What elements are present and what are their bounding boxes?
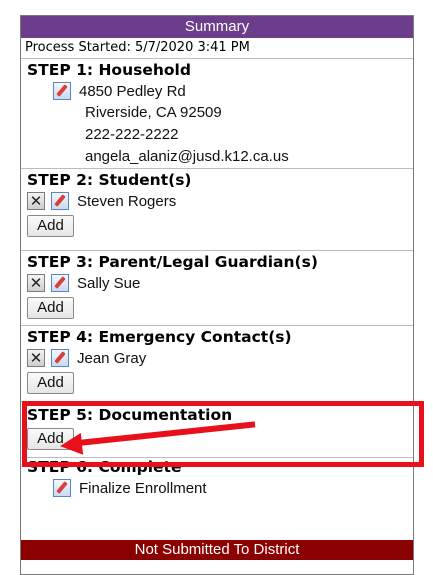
delete-icon[interactable]: ✕ bbox=[27, 349, 45, 367]
step-6-complete: STEP 6: Complete Finalize Enrollment bbox=[21, 458, 413, 502]
annotation-arrow-head bbox=[58, 432, 84, 458]
add-emergency-contact-button[interactable]: Add bbox=[27, 372, 74, 394]
household-address-line2: Riverside, CA 92509 bbox=[85, 104, 222, 121]
edit-icon[interactable] bbox=[51, 192, 69, 210]
edit-icon[interactable] bbox=[51, 349, 69, 367]
summary-panel: Summary Process Started: 5/7/2020 3:41 P… bbox=[20, 15, 414, 575]
step-title: STEP 3: Parent/Legal Guardian(s) bbox=[27, 253, 318, 271]
process-started: Process Started: 5/7/2020 3:41 PM bbox=[21, 38, 413, 59]
edit-icon[interactable] bbox=[53, 82, 71, 100]
step-title: STEP 1: Household bbox=[27, 61, 191, 79]
household-phone: 222-222-2222 bbox=[85, 126, 179, 143]
edit-icon[interactable] bbox=[53, 479, 71, 497]
status-bar: Not Submitted To District bbox=[21, 540, 413, 560]
delete-icon[interactable]: ✕ bbox=[27, 192, 45, 210]
step-4-emergency-contacts: STEP 4: Emergency Contact(s) ✕ Jean Gray… bbox=[21, 326, 413, 402]
household-address-line1: 4850 Pedley Rd bbox=[79, 82, 186, 100]
step-3-guardians: STEP 3: Parent/Legal Guardian(s) ✕ Sally… bbox=[21, 251, 413, 326]
edit-icon[interactable] bbox=[51, 274, 69, 292]
student-name: Steven Rogers bbox=[77, 192, 177, 210]
add-student-button[interactable]: Add bbox=[27, 215, 74, 237]
step-title: STEP 5: Documentation bbox=[27, 406, 233, 424]
step-title: STEP 2: Student(s) bbox=[27, 171, 192, 189]
step-title: STEP 4: Emergency Contact(s) bbox=[27, 328, 292, 346]
guardian-name: Sally Sue bbox=[77, 274, 141, 292]
step-title: STEP 6: Complete bbox=[27, 458, 182, 476]
emergency-contact-name: Jean Gray bbox=[77, 349, 147, 367]
finalize-enrollment-link[interactable]: Finalize Enrollment bbox=[79, 480, 207, 497]
summary-title: Summary bbox=[21, 16, 413, 38]
add-guardian-button[interactable]: Add bbox=[27, 297, 74, 319]
step-1-household: STEP 1: Household 4850 Pedley Rd Riversi… bbox=[21, 59, 413, 169]
delete-icon[interactable]: ✕ bbox=[27, 274, 45, 292]
step-2-students: STEP 2: Student(s) ✕ Steven Rogers Add bbox=[21, 169, 413, 251]
household-email: angela_alaniz@jusd.k12.ca.us bbox=[85, 148, 289, 165]
